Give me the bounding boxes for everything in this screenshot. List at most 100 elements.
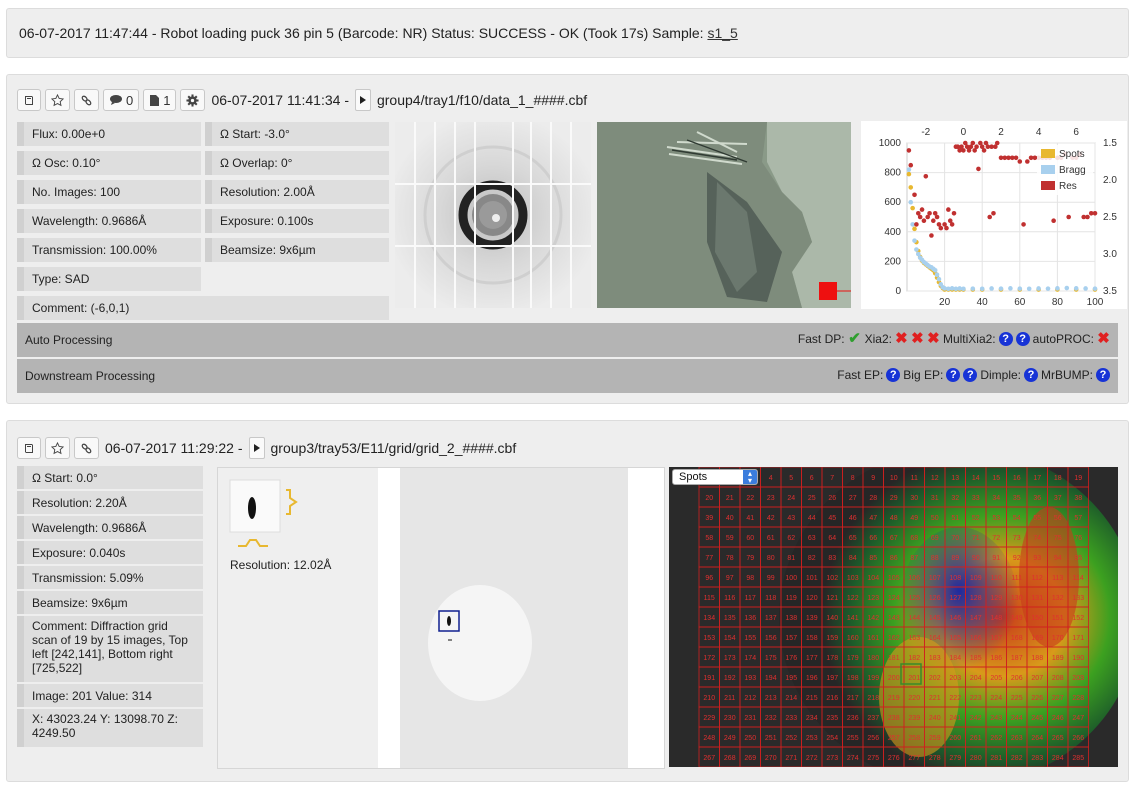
grid-heatmap[interactable]: 1234567891011121314151617181920212223242…: [669, 467, 1118, 767]
downstream-status: Fast EP: ? Big EP: ? ? Dimple: ? MrBUMP:…: [837, 368, 1110, 382]
link-icon: [80, 442, 93, 455]
grid-cell-number: 121: [826, 595, 838, 602]
point-bragg: [914, 247, 919, 252]
grid-cell-number: 242: [970, 715, 982, 722]
point-res: [1066, 214, 1071, 220]
point-res: [970, 140, 976, 146]
dc-plot[interactable]: 20 40 60 80 100 -2 0 2 4 6 1000 800 600 400 200 0 1.5 2.0…: [861, 121, 1127, 309]
comments-count: 0: [126, 92, 134, 108]
grid-cell-number: 145: [929, 615, 941, 622]
dimple-label: Dimple:: [980, 368, 1021, 382]
grid-cell-number: 118: [765, 595, 776, 602]
grid-cell-number: 132: [1052, 595, 1064, 602]
point-res: [921, 218, 927, 223]
grid-cell-number: 272: [806, 755, 818, 762]
grid-cell-number: 248: [703, 735, 715, 742]
grid-cell-number: 220: [908, 695, 920, 702]
field-comment: Comment: Diffraction grid scan of 19 by …: [17, 616, 203, 682]
point-bragg: [912, 238, 917, 243]
grid-cell-number: 137: [765, 615, 777, 622]
grid-cell-number: 256: [867, 735, 879, 742]
grid-snapshot[interactable]: Resolution: 12.02Å: [217, 467, 665, 769]
grid-cell-number: 198: [847, 675, 859, 682]
sample-link[interactable]: s1_5: [707, 25, 737, 41]
grid-cell-number: 102: [826, 575, 838, 582]
point-res: [934, 214, 940, 220]
legend-swatch: [1041, 165, 1055, 174]
grid-cell-number: 228: [1072, 695, 1084, 702]
grid-cell-number: 238: [888, 715, 900, 722]
grid-cell-number: 31: [931, 495, 939, 502]
point-res: [946, 207, 951, 212]
grid-cell-number: 107: [929, 575, 941, 582]
grid-cell-number: 214: [785, 695, 797, 702]
grid-cell-number: 239: [908, 715, 920, 722]
grid-cell-number: 225: [1011, 695, 1023, 702]
book-button[interactable]: [17, 89, 41, 111]
grid-cell-number: 165: [949, 635, 961, 642]
grid-cell-number: 235: [826, 715, 838, 722]
grid-cell-number: 13: [951, 475, 959, 482]
mrbump-label: MrBUMP:: [1041, 368, 1093, 382]
question-icon: ?: [1015, 332, 1030, 346]
grid-cell-number: 150: [1031, 615, 1043, 622]
book-button[interactable]: [17, 437, 41, 459]
comments-button[interactable]: 0: [103, 89, 140, 111]
grid-cell-number: 257: [888, 735, 900, 742]
grid-cell-number: 184: [949, 655, 961, 662]
crystal-snapshot[interactable]: [597, 122, 851, 308]
x-tick-label: 80: [1052, 297, 1064, 308]
grid-cell-number: 164: [929, 635, 941, 642]
point-res: [944, 225, 949, 231]
point-bragg: [998, 286, 1004, 291]
book-icon: [23, 442, 35, 454]
auto-processing-bar[interactable]: Auto Processing Fast DP: ✔ Xia2: ✖ ✖ ✖ M…: [17, 323, 1118, 357]
grid-cell-number: 188: [1031, 655, 1043, 662]
grid-cell-number: 43: [787, 515, 795, 522]
field-wavelength: Wavelength: 0.9686Å: [17, 516, 203, 539]
files-button[interactable]: 1: [143, 89, 177, 111]
settings-button[interactable]: [180, 89, 206, 111]
point-bragg: [934, 272, 940, 278]
link-button[interactable]: [74, 89, 99, 111]
grid-cell-number: 113: [1052, 575, 1063, 582]
grid-cell-number: 157: [785, 635, 797, 642]
grid-cell-number: 32: [951, 495, 959, 502]
downstream-processing-bar[interactable]: Downstream Processing Fast EP: ? Big EP:…: [17, 359, 1118, 393]
grid-cell-number: 177: [806, 655, 818, 662]
grid-cell-number: 97: [726, 575, 734, 582]
grid-cell-number: 160: [847, 635, 859, 642]
play-button[interactable]: [248, 437, 265, 459]
grid-cell-number: 252: [785, 735, 797, 742]
favourite-button[interactable]: [45, 437, 70, 459]
grid-cell-number: 68: [910, 535, 918, 542]
y-tick-label: 0: [895, 286, 901, 297]
field-transmission: Transmission: 100.00%: [17, 238, 201, 262]
grid-cell-number: 39: [705, 515, 713, 522]
grid-cell-number: 161: [867, 635, 879, 642]
question-icon: ?: [1024, 368, 1038, 382]
grid-cell-number: 119: [786, 595, 797, 602]
grid-cell-number: 55: [1033, 515, 1041, 522]
heatmap-metric-select[interactable]: Spots ▴ ▾: [672, 469, 758, 485]
grid-cell-number: 261: [970, 735, 982, 742]
grid-cell-number: 120: [806, 595, 818, 602]
grid-cell-number: 78: [726, 555, 734, 562]
grid-cell-number: 126: [929, 595, 941, 602]
chevron-updown-icon: ▴ ▾: [743, 470, 757, 485]
favourite-button[interactable]: [45, 89, 70, 111]
grid-cell-number: 11: [911, 475, 918, 482]
grid-cell-number: 202: [929, 675, 941, 682]
grid-cell-number: 98: [746, 575, 754, 582]
point-bragg: [1064, 285, 1070, 291]
grid-cell-number: 284: [1052, 755, 1064, 762]
dc-toolbar: 0 1 06-07-2017 11:41:34 - group4/tray1/f…: [17, 87, 587, 113]
grid-cell-number: 212: [744, 695, 756, 702]
diffraction-image[interactable]: [395, 122, 591, 308]
play-button[interactable]: [354, 89, 371, 111]
cross-icon: ✖: [895, 330, 908, 347]
point-res: [1013, 155, 1019, 161]
grid-cell-number: 237: [867, 715, 879, 722]
link-button[interactable]: [74, 437, 99, 459]
field-resolution: Resolution: 2.00Å: [205, 180, 389, 204]
